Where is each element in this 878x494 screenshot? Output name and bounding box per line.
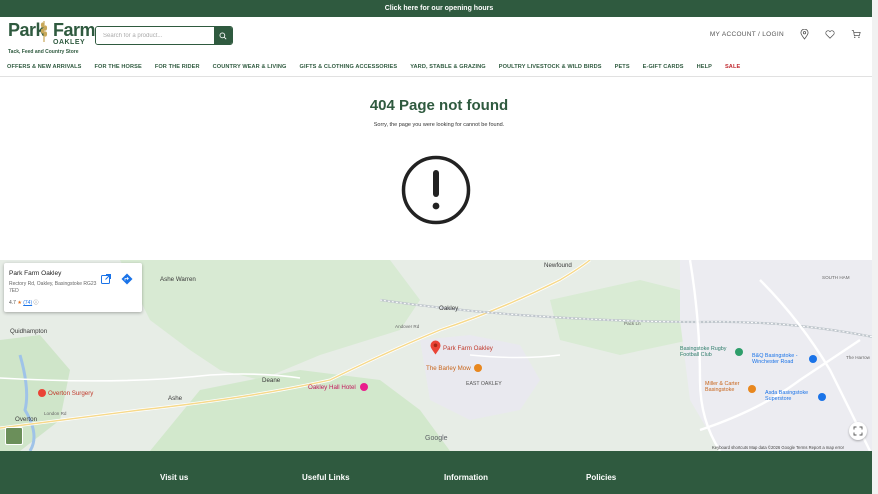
nav-for-the-horse[interactable]: FOR THE HORSE: [95, 64, 142, 70]
nav-e-gift-cards[interactable]: E-GIFT CARDS: [643, 64, 684, 70]
nav-country-wear-living[interactable]: COUNTRY WEAR & LIVING: [213, 64, 287, 70]
map-label-barley-mow[interactable]: The Barley Mow: [426, 365, 471, 372]
hotel-icon[interactable]: [360, 383, 368, 391]
nav-yard-stable-grazing[interactable]: YARD, STABLE & GRAZING: [410, 64, 486, 70]
info-icon[interactable]: ⓘ: [34, 300, 39, 306]
nav-offers-new-arrivals[interactable]: OFFERS & NEW ARRIVALS: [7, 64, 82, 70]
restaurant-icon[interactable]: [474, 364, 482, 372]
park-farm-logo[interactable]: Park Farm OAKLEY Tack, Feed and Country …: [8, 19, 96, 56]
logo-tagline: Tack, Feed and Country Store: [8, 49, 79, 55]
nav-pets[interactable]: PETS: [615, 64, 630, 70]
logo-oakley: OAKLEY: [53, 39, 86, 46]
map-label-overton-surgery[interactable]: Overton Surgery: [48, 390, 93, 397]
map-label-deane: Deane: [262, 377, 281, 384]
map-label-london-rd: London Rd: [44, 411, 67, 416]
map-label-rugby-club[interactable]: Basingstoke Rugby Football Club: [680, 346, 740, 358]
rating-value: 4.7: [9, 300, 16, 306]
footer-heading-useful-links: Useful Links: [302, 473, 350, 482]
map-label-south-ham: SOUTH HAM: [822, 275, 850, 280]
nav-gifts-clothing-accessories[interactable]: GIFTS & CLOTHING ACCESSORIES: [300, 64, 398, 70]
open-in-maps-icon[interactable]: [100, 273, 112, 285]
search-input[interactable]: [96, 27, 214, 44]
exclamation-circle-icon: [401, 155, 471, 225]
search-icon: [219, 32, 227, 40]
nav-sale[interactable]: SALE: [725, 64, 740, 70]
place-title: Park Farm Oakley: [9, 270, 62, 277]
map-label-park-farm[interactable]: Park Farm Oakley: [443, 345, 493, 352]
shop-icon[interactable]: [809, 355, 817, 363]
footer-heading-policies: Policies: [586, 473, 617, 482]
map-label-overton: Overton: [15, 416, 38, 423]
logo-word-farm: Farm: [53, 20, 96, 40]
site-header: Park Farm OAKLEY Tack, Feed and Country …: [0, 17, 878, 57]
fullscreen-icon: [853, 426, 863, 436]
google-logo: Google: [425, 435, 448, 442]
map-label-east-oakley: EAST OAKLEY: [466, 381, 502, 387]
star-icon: ★: [17, 300, 22, 306]
basket-icon[interactable]: [850, 28, 862, 40]
error-message: Sorry, the page you were looking for can…: [373, 122, 505, 128]
sports-icon[interactable]: [735, 348, 743, 356]
place-info-card: Park Farm Oakley Rectory Rd, Oakley, Bas…: [4, 263, 142, 312]
wishlist-heart-icon[interactable]: [824, 28, 836, 40]
footer-heading-visit-us: Visit us: [160, 473, 189, 482]
directions-icon[interactable]: [121, 273, 133, 285]
map-label-quidhampton: Quidhampton: [10, 328, 48, 335]
google-map[interactable]: Park Farm Oakley Rectory Rd, Oakley, Bas…: [0, 260, 878, 451]
site-footer: Visit us Useful Links Information Polici…: [0, 451, 878, 494]
page-scrollbar[interactable]: [872, 0, 878, 494]
shop-icon-2[interactable]: [818, 393, 826, 401]
account-login-link[interactable]: MY ACCOUNT / LOGIN: [710, 31, 784, 38]
map-label-the-harrow: The Harrow: [846, 355, 870, 360]
header-actions: MY ACCOUNT / LOGIN: [710, 28, 862, 40]
nav-help[interactable]: HELP: [697, 64, 712, 70]
map-label-oakley: Oakley: [439, 305, 459, 312]
map-label-oakley-hall-hotel[interactable]: Oakley Hall Hotel: [308, 384, 356, 391]
footer-heading-information: Information: [444, 473, 488, 482]
search-button[interactable]: [214, 27, 232, 44]
review-count-link[interactable]: (74): [23, 300, 32, 306]
opening-hours-banner[interactable]: Click here for our opening hours: [0, 0, 878, 17]
search-bar: [95, 26, 233, 45]
map-label-ashe: Ashe: [168, 395, 183, 402]
main-navigation: OFFERS & NEW ARRIVALS FOR THE HORSE FOR …: [0, 57, 878, 77]
nav-for-the-rider[interactable]: FOR THE RIDER: [155, 64, 200, 70]
map-pin-icon[interactable]: [430, 340, 441, 355]
wheat-icon: [40, 21, 48, 42]
error-section: 404 Page not found Sorry, the page you w…: [0, 77, 878, 260]
map-label-ashe-warren: Ashe Warren: [160, 276, 196, 283]
restaurant-icon-2[interactable]: [748, 385, 756, 393]
nav-poultry-livestock-wild-birds[interactable]: POULTRY LIVESTOCK & WILD BIRDS: [499, 64, 602, 70]
map-label-newfound: Newfound: [544, 262, 572, 269]
medical-icon[interactable]: [38, 389, 46, 397]
map-label-pack-ln: Pack Ln: [624, 321, 641, 326]
page-title: 404 Page not found: [369, 97, 509, 114]
map-label-asda[interactable]: Asda Basingstoke Superstore: [765, 390, 825, 402]
satellite-toggle[interactable]: [5, 427, 23, 445]
store-location-icon[interactable]: [798, 28, 810, 40]
map-attribution[interactable]: Keyboard shortcuts Map data ©2026 Google…: [712, 445, 844, 450]
fullscreen-button[interactable]: [849, 422, 867, 440]
place-rating: 4.7 ★ (74) ⓘ: [9, 299, 39, 306]
map-label-andover-rd: Andover Rd: [395, 324, 420, 329]
place-address: Rectory Rd, Oakley, Basingstoke RG23 7ED: [9, 281, 97, 294]
